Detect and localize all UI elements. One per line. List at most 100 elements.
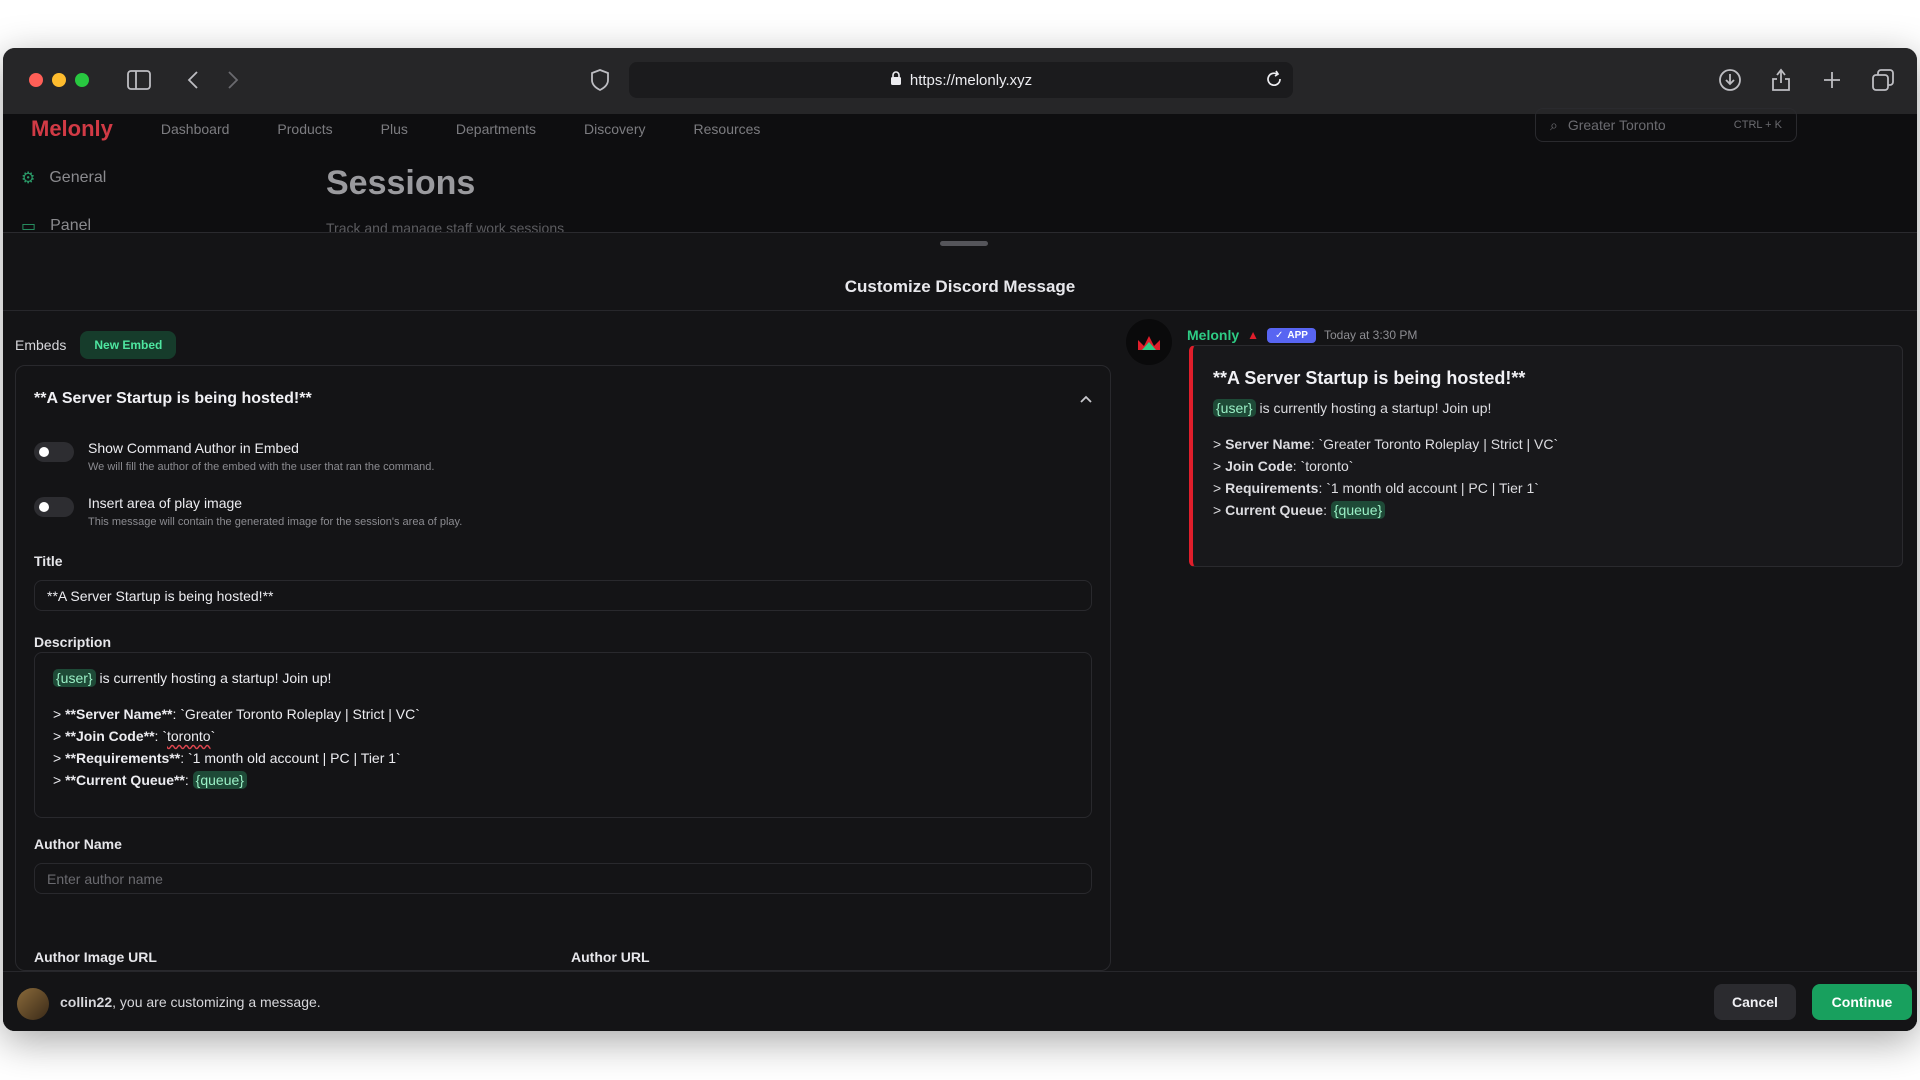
gear-icon: ⚙: [21, 170, 36, 187]
drag-handle[interactable]: [940, 241, 988, 246]
app-badge: ✓ APP: [1267, 327, 1316, 343]
background-page: Melonly Dashboard Products Plus Departme…: [3, 108, 1917, 236]
queue-variable-tag: {queue}: [192, 771, 247, 789]
melonly-badge-icon: ▲: [1247, 328, 1260, 342]
embed-preview-title: **A Server Startup is being hosted!**: [1213, 368, 1526, 388]
description-value: :: [184, 772, 193, 788]
customize-message-modal: Customize Discord Message Embeds New Emb…: [3, 232, 1917, 1031]
bot-avatar: [1126, 319, 1172, 365]
nav-products: Products: [277, 121, 333, 137]
author-toggle[interactable]: [34, 442, 74, 462]
quote-prefix: >: [53, 706, 66, 722]
toggle-row-image: Insert area of play image This message w…: [34, 495, 462, 528]
address-bar[interactable]: https://melonly.xyz: [629, 62, 1293, 98]
author-name-label: Author Name: [34, 836, 122, 852]
user-avatar: [17, 988, 49, 1020]
browser-toolbar: https://melonly.xyz: [3, 48, 1917, 114]
nav-departments: Departments: [455, 121, 537, 137]
embed-key: Join Code: [1225, 458, 1293, 474]
description-key: **Current Queue**: [65, 772, 185, 788]
search-icon: ⌕: [1550, 116, 1558, 133]
app-badge-label: APP: [1287, 329, 1308, 341]
continue-button[interactable]: Continue: [1812, 984, 1912, 1020]
minimize-window-button[interactable]: [52, 73, 66, 87]
zoom-window-button[interactable]: [75, 73, 89, 87]
author-name-input[interactable]: Enter author name: [34, 863, 1092, 894]
embed-editor: **A Server Startup is being hosted!** Sh…: [15, 365, 1111, 971]
message-timestamp: Today at 3:30 PM: [1323, 328, 1418, 342]
toggle-row-author: Show Command Author in Embed We will fil…: [34, 440, 434, 473]
new-tab-icon[interactable]: [1818, 66, 1846, 94]
description-value: : `: [154, 728, 167, 744]
share-icon[interactable]: [1767, 66, 1795, 94]
title-input[interactable]: **A Server Startup is being hosted!**: [34, 580, 1092, 611]
quote-prefix: >: [53, 772, 66, 788]
embed-value: : `1 month old account | PC | Tier 1`: [1318, 480, 1539, 496]
author-url-label: Author URL: [571, 949, 650, 965]
toggle-label: Show Command Author in Embed: [88, 440, 299, 456]
queue-variable-tag: {queue}: [1330, 501, 1386, 519]
description-value: : `Greater Toronto Roleplay | Strict | V…: [172, 706, 420, 722]
nav-plus: Plus: [380, 121, 408, 137]
embed-value: : `Greater Toronto Roleplay | Strict | V…: [1310, 436, 1559, 452]
back-icon[interactable]: [179, 66, 207, 94]
reload-icon[interactable]: [1265, 70, 1283, 92]
area-image-toggle[interactable]: [34, 497, 74, 517]
toggle-description: This message will contain the generated …: [88, 516, 463, 528]
new-embed-button[interactable]: New Embed: [80, 331, 177, 359]
sidebar-item-general: ⚙ General: [21, 154, 106, 202]
nav-discovery: Discovery: [584, 121, 646, 137]
user-variable-tag: {user}: [53, 669, 96, 687]
description-key: **Requirements**: [65, 750, 181, 766]
browser-window: https://melonly.xyz Melonly Dashboard Pr…: [3, 48, 1917, 1031]
page-title: Sessions: [326, 164, 476, 202]
chevron-up-icon[interactable]: [1080, 390, 1092, 408]
description-textarea[interactable]: {user} is currently hosting a startup! J…: [34, 652, 1092, 818]
embed-key: Server Name: [1225, 436, 1311, 452]
description-line: is currently hosting a startup! Join up!: [95, 670, 332, 686]
checkmark-icon: ✓: [1275, 329, 1284, 341]
embed-value: : `toronto`: [1292, 458, 1354, 474]
description-label: Description: [34, 634, 112, 650]
nav-dashboard: Dashboard: [160, 121, 230, 137]
download-icon[interactable]: [1716, 66, 1744, 94]
search-placeholder: Greater Toronto: [1567, 117, 1666, 133]
description-key: **Join Code**: [65, 728, 155, 744]
embeds-label: Embeds: [15, 337, 67, 353]
url-text: https://melonly.xyz: [909, 71, 1033, 89]
lock-icon: [890, 71, 902, 89]
author-image-url-label: Author Image URL: [34, 949, 157, 965]
description-value: `: [210, 728, 216, 744]
sidebar-item-label: General: [49, 169, 107, 186]
footer-status: collin22, you are customizing a message.: [60, 994, 321, 1010]
description-key: **Server Name**: [65, 706, 173, 722]
sidebar-toggle-icon[interactable]: [125, 66, 153, 94]
embed-preview: **A Server Startup is being hosted!** {u…: [1189, 345, 1903, 567]
close-window-button[interactable]: [29, 73, 43, 87]
embed-key: Current Queue: [1225, 502, 1324, 518]
forward-icon[interactable]: [219, 66, 247, 94]
embed-value: :: [1323, 502, 1331, 518]
shield-icon[interactable]: [586, 66, 614, 94]
embeds-row: Embeds New Embed: [15, 331, 177, 359]
title-label: Title: [34, 553, 63, 569]
spellcheck-word: toronto: [167, 728, 211, 744]
search-shortcut: CTRL + K: [1733, 119, 1782, 131]
cancel-button[interactable]: Cancel: [1714, 984, 1796, 1020]
modal-footer: collin22, you are customizing a message.…: [3, 971, 1917, 1031]
quote-prefix: >: [53, 728, 66, 744]
nav-resources: Resources: [693, 121, 761, 137]
modal-title: Customize Discord Message: [844, 277, 1076, 296]
divider: [3, 310, 1917, 311]
message-header: Melonly ▲ ✓ APP Today at 3:30 PM: [1187, 327, 1417, 343]
toggle-label: Insert area of play image: [88, 495, 243, 511]
background-search: ⌕ Greater Toronto CTRL + K: [1535, 108, 1797, 142]
description-value: : `1 month old account | PC | Tier 1`: [180, 750, 401, 766]
toggle-description: We will fill the author of the embed wit…: [88, 461, 435, 473]
embed-header[interactable]: **A Server Startup is being hosted!**: [34, 390, 312, 408]
footer-message: , you are customizing a message.: [112, 994, 321, 1010]
embed-line: is currently hosting a startup! Join up!: [1255, 400, 1492, 416]
bot-name[interactable]: Melonly: [1187, 327, 1239, 343]
tab-overview-icon[interactable]: [1869, 66, 1897, 94]
embed-key: Requirements: [1225, 480, 1319, 496]
